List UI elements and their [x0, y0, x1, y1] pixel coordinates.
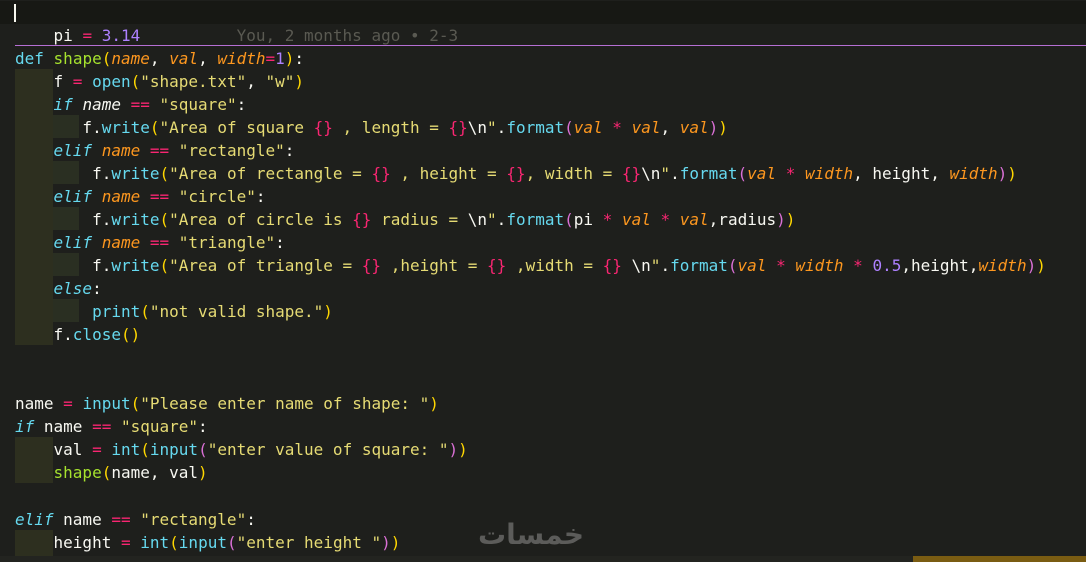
- watermark-logo: خمسات: [478, 518, 585, 551]
- code-line-20[interactable]: height = int(input("enter height ")): [15, 531, 401, 554]
- code-line-1[interactable]: pi = 3.14 You, 2 months ago • 2-3: [0, 1, 1086, 45]
- code-line-19[interactable]: elif name == "rectangle":: [15, 508, 256, 531]
- code-line-14[interactable]: f.close(): [15, 323, 141, 346]
- code-line-16[interactable]: if name == "square":: [15, 415, 208, 438]
- code-line-3[interactable]: f = open("shape.txt", "w"): [15, 70, 305, 93]
- code-line-18[interactable]: shape(name, val): [15, 461, 208, 484]
- code-line-2[interactable]: def shape(name, val, width=1):: [15, 47, 304, 70]
- code-line-5[interactable]: f.write("Area of square {} , length = {}…: [15, 116, 728, 139]
- code-editor[interactable]: pi = 3.14 You, 2 months ago • 2-3 def sh…: [0, 0, 1086, 562]
- code-line-7[interactable]: f.write("Area of rectangle = {} , height…: [15, 162, 1017, 185]
- code-line-11[interactable]: f.write("Area of triangle = {} ,height =…: [15, 254, 1046, 277]
- code-line-15[interactable]: name = input("Please enter name of shape…: [15, 392, 439, 415]
- section-separator: [15, 45, 1086, 46]
- code-line-13[interactable]: print("not valid shape."): [15, 300, 333, 323]
- code-line-10[interactable]: elif name == "triangle":: [15, 231, 285, 254]
- git-blame-annotation: You, 2 months ago • 2-3: [236, 26, 459, 45]
- code-line-8[interactable]: elif name == "circle":: [15, 185, 266, 208]
- code-line-9[interactable]: f.write("Area of circle is {} radius = \…: [15, 208, 795, 231]
- code-line-12[interactable]: else:: [15, 277, 102, 300]
- scrollbar-thumb[interactable]: [913, 556, 1086, 562]
- code-line-4[interactable]: if name == "square":: [15, 93, 247, 116]
- code-line-17[interactable]: val = int(input("enter value of square: …: [15, 438, 468, 461]
- code-line-6[interactable]: elif name == "rectangle":: [15, 139, 295, 162]
- text-cursor: [14, 4, 16, 22]
